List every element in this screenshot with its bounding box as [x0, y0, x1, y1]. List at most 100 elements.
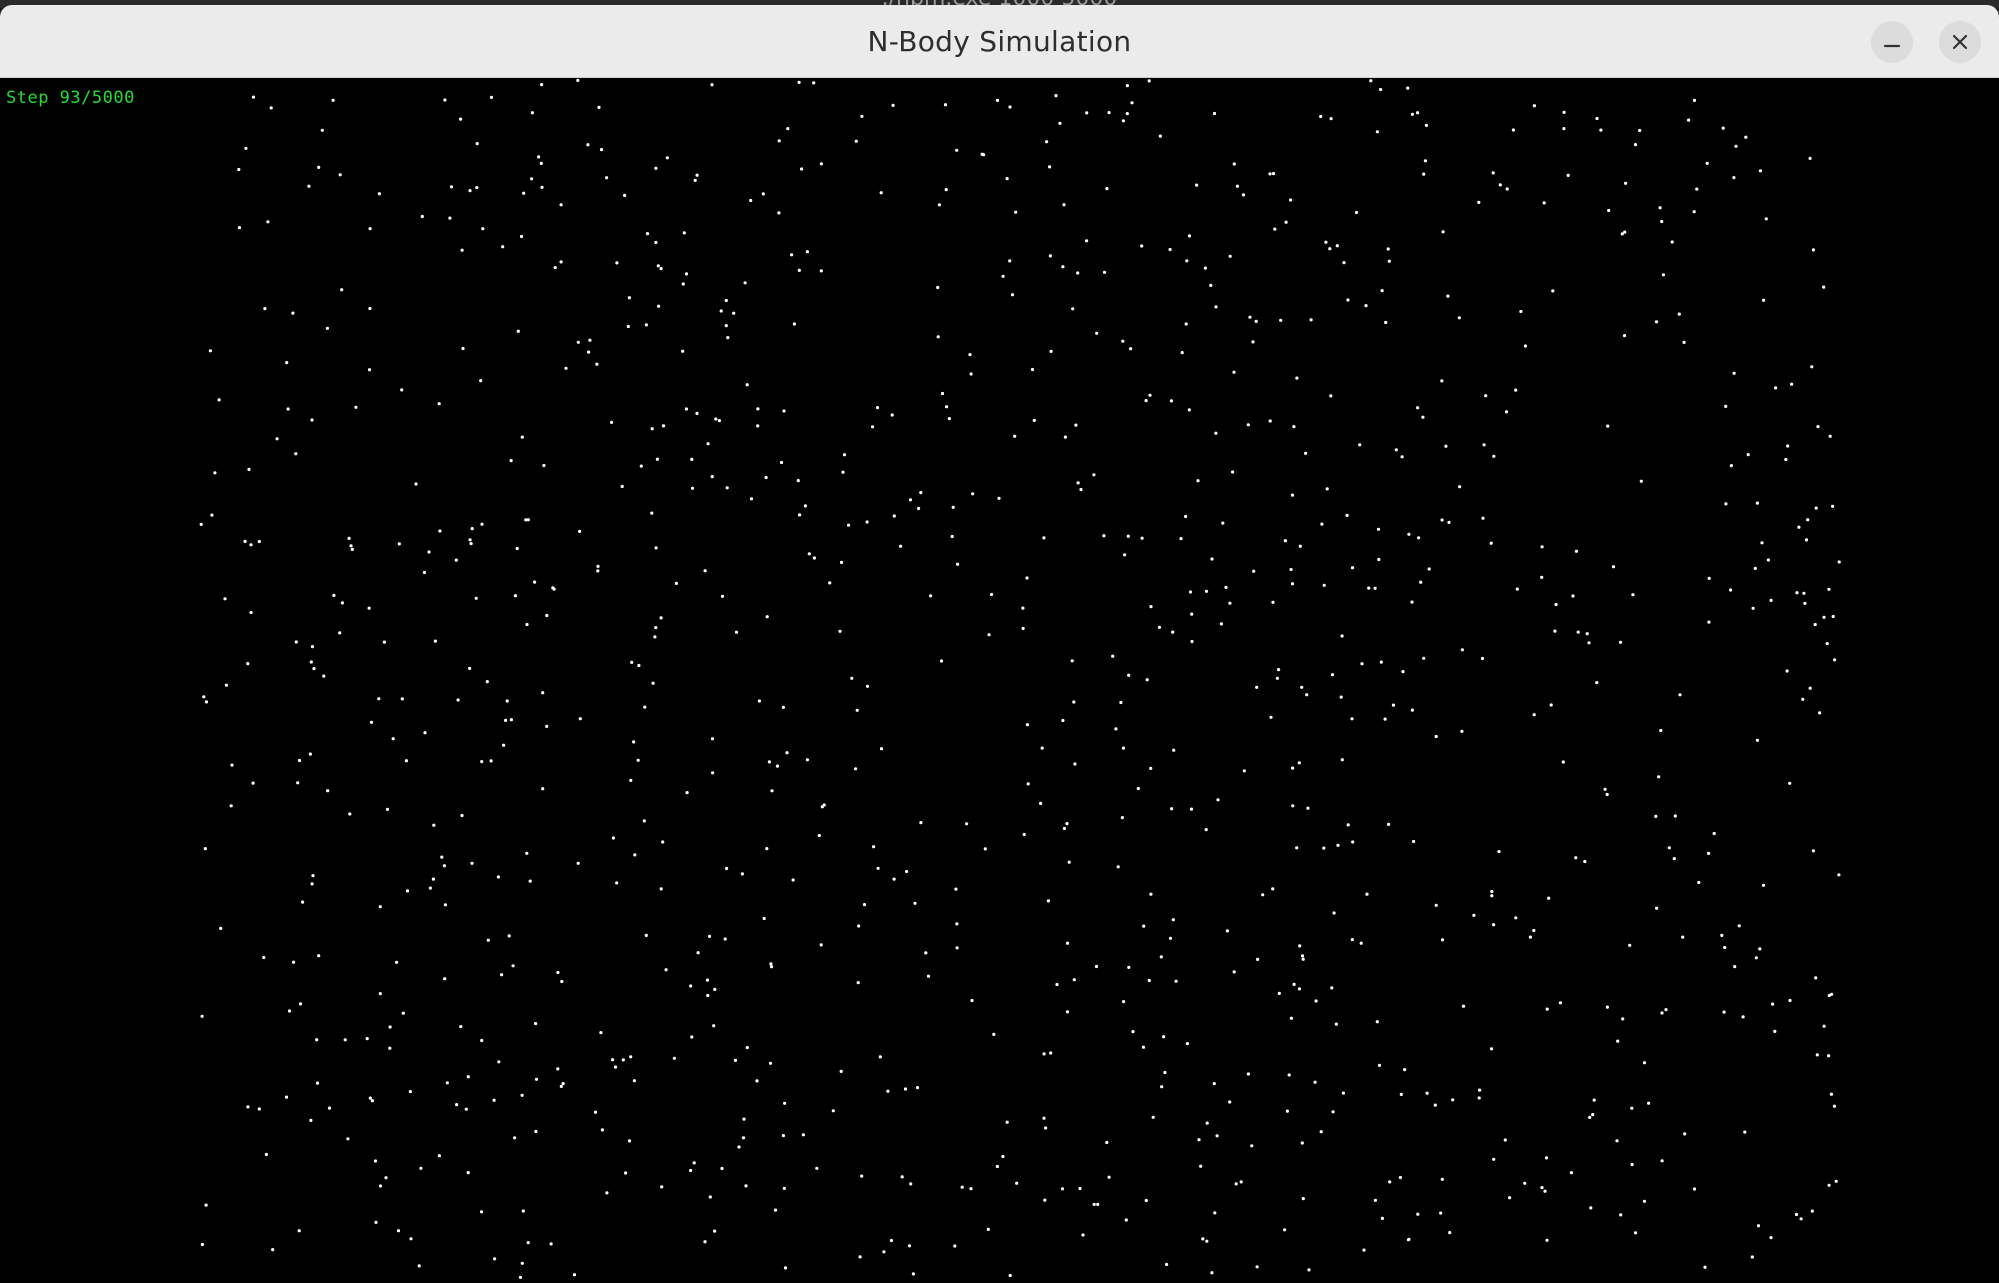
- particle: [969, 1187, 973, 1191]
- particle: [1419, 580, 1423, 584]
- particle: [445, 1081, 449, 1085]
- particle: [522, 191, 526, 195]
- particle: [798, 513, 802, 517]
- particle: [664, 968, 668, 972]
- particle: [1072, 700, 1076, 704]
- particle: [692, 1161, 696, 1165]
- particle: [1044, 1126, 1048, 1130]
- particle: [1297, 987, 1302, 991]
- particle: [1330, 986, 1334, 990]
- window-titlebar[interactable]: N-Body Simulation: [0, 5, 1999, 78]
- particle: [1660, 219, 1664, 224]
- particle: [1558, 1001, 1562, 1005]
- particle: [460, 248, 464, 252]
- particle: [1209, 283, 1213, 287]
- particle: [507, 934, 511, 938]
- particle: [812, 81, 816, 85]
- simulation-canvas[interactable]: Step 93/5000: [0, 78, 1999, 1283]
- particle: [1758, 169, 1762, 173]
- particle: [497, 1060, 501, 1064]
- particle: [1658, 206, 1662, 210]
- particle: [1061, 265, 1065, 269]
- particle: [1216, 798, 1220, 802]
- particle: [983, 847, 987, 851]
- particle: [432, 823, 436, 827]
- particle: [720, 594, 725, 598]
- particle: [1314, 999, 1318, 1003]
- particle: [707, 934, 712, 939]
- particle: [629, 778, 633, 783]
- particle: [1122, 1000, 1126, 1004]
- particle: [541, 787, 545, 791]
- particle: [1168, 936, 1173, 940]
- particle: [515, 546, 519, 551]
- minimize-button[interactable]: [1871, 21, 1913, 63]
- particle: [1364, 304, 1368, 308]
- particle: [1367, 586, 1371, 590]
- particle: [762, 916, 766, 921]
- particle: [1827, 1183, 1831, 1187]
- particle: [294, 452, 298, 456]
- particle: [1271, 887, 1275, 891]
- particle: [516, 329, 520, 333]
- particle: [1246, 1072, 1250, 1076]
- particle: [871, 425, 875, 429]
- particle: [1633, 143, 1638, 147]
- particle: [947, 417, 952, 421]
- particle: [1373, 586, 1377, 590]
- particle: [629, 1055, 633, 1059]
- particle: [1605, 1005, 1609, 1009]
- particle: [1672, 857, 1676, 861]
- particle: [301, 900, 305, 904]
- particle: [378, 905, 382, 909]
- particle: [459, 1025, 463, 1029]
- particle: [1375, 130, 1379, 134]
- particle: [732, 311, 736, 315]
- particle: [561, 1082, 565, 1086]
- particle: [219, 926, 223, 931]
- particle: [1810, 1209, 1814, 1213]
- particle: [409, 1237, 413, 1241]
- particle: [742, 1117, 746, 1121]
- particle: [1410, 708, 1414, 712]
- particle: [1048, 165, 1052, 169]
- particle: [322, 674, 326, 678]
- particle: [378, 992, 382, 996]
- particle: [980, 152, 984, 156]
- particle: [903, 1087, 908, 1091]
- particle: [466, 1075, 470, 1079]
- particle: [1021, 606, 1025, 610]
- particle: [1440, 1177, 1444, 1181]
- particle: [1769, 1236, 1773, 1240]
- particle: [1588, 1115, 1592, 1119]
- particle: [1490, 889, 1494, 894]
- particle: [493, 1257, 497, 1261]
- particle: [578, 529, 582, 533]
- particle: [549, 1242, 553, 1246]
- particle: [632, 740, 636, 744]
- particle: [805, 758, 810, 762]
- particle: [1292, 425, 1296, 429]
- particle: [442, 864, 446, 868]
- particle: [237, 226, 242, 230]
- particle: [559, 203, 563, 207]
- particle: [1149, 766, 1153, 771]
- particle: [1724, 404, 1728, 408]
- particle: [1298, 944, 1302, 948]
- particle: [919, 491, 923, 495]
- particle: [489, 759, 493, 763]
- particle: [1801, 697, 1805, 701]
- particle: [377, 192, 381, 196]
- particle: [672, 1056, 677, 1060]
- particle: [1439, 1211, 1443, 1215]
- particle: [968, 353, 972, 357]
- particle: [1639, 479, 1643, 483]
- particle: [860, 114, 864, 118]
- particle: [777, 139, 781, 143]
- particle: [1446, 294, 1450, 298]
- close-button[interactable]: [1939, 21, 1981, 63]
- particle: [1172, 748, 1176, 752]
- particle: [292, 960, 296, 964]
- particle: [1022, 832, 1026, 837]
- particle: [1190, 612, 1194, 616]
